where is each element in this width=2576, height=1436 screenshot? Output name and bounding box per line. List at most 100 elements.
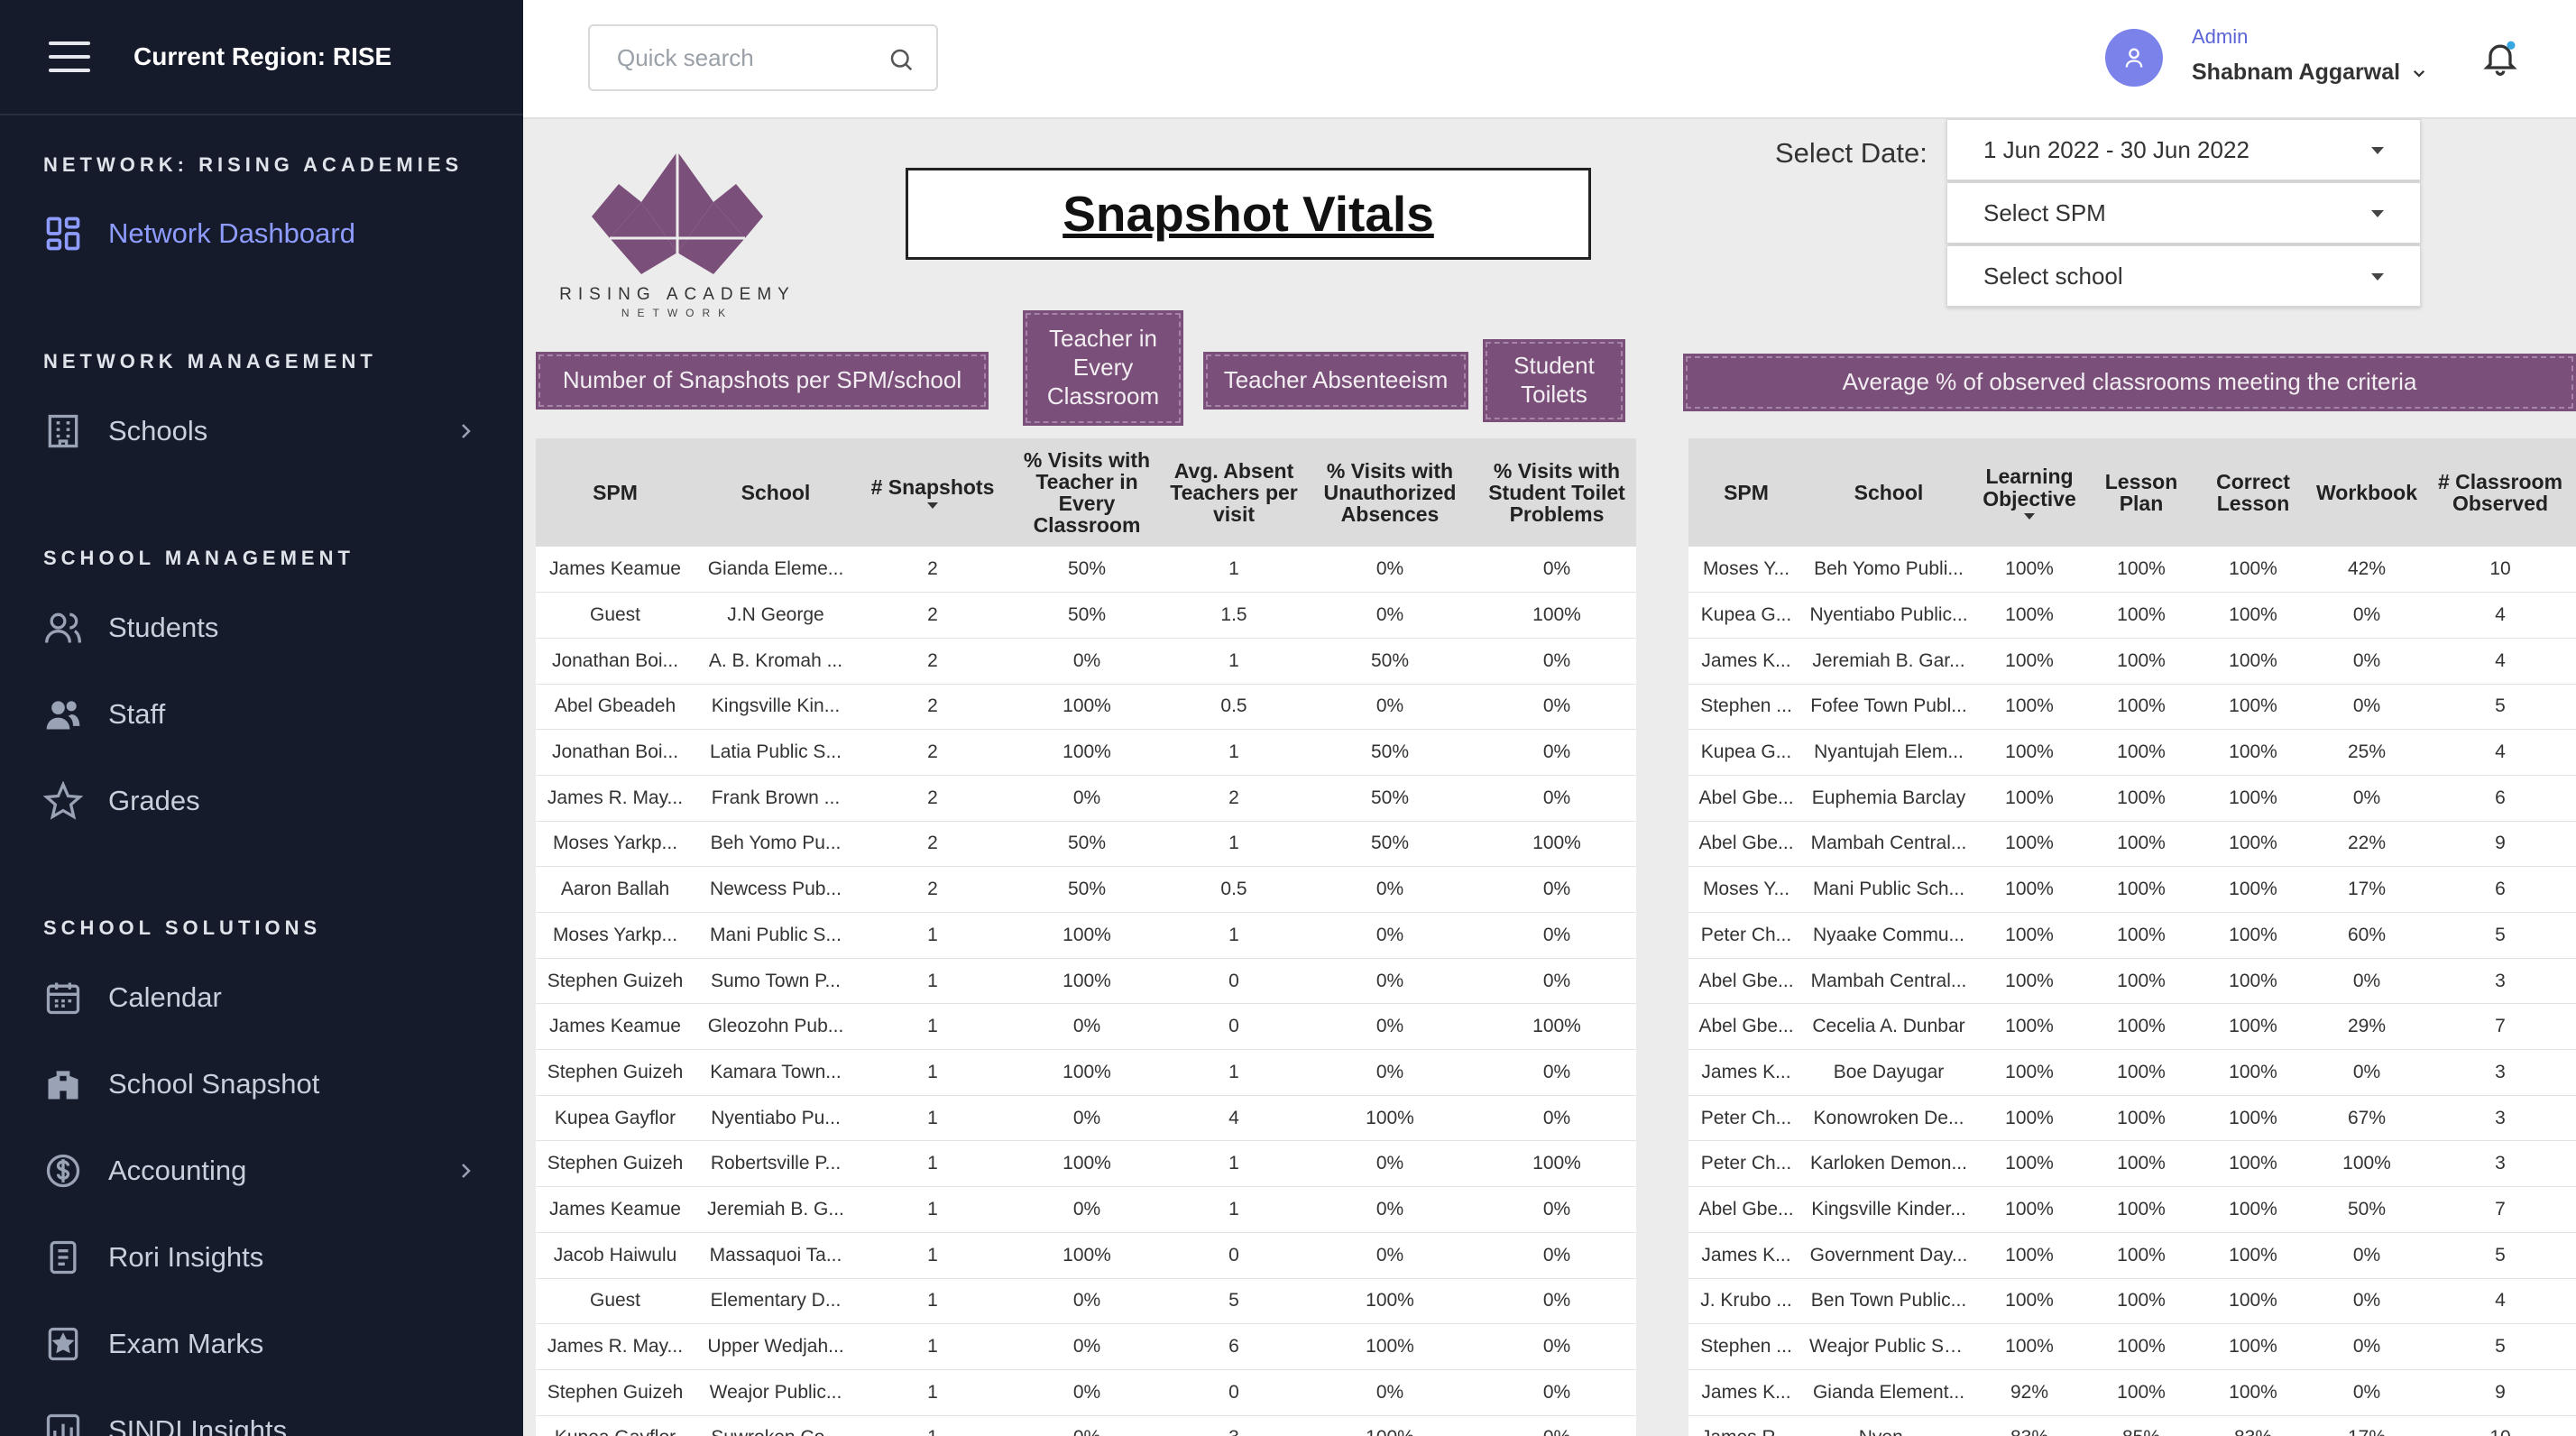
column-header[interactable]: % Visits with Teacher in Every Classroom [1008, 438, 1165, 547]
table-row[interactable]: Peter Ch... Nyaake Commu... 100% 100% 100% 60… [1688, 912, 2576, 959]
column-header-sorted[interactable]: Learning Objective [1973, 438, 2085, 547]
table-cell: Abel Gbe... [1688, 1003, 1804, 1051]
table-cell: 100% [1302, 1095, 1477, 1142]
sidebar-item-staff[interactable]: Staff [43, 687, 494, 741]
sidebar-item-grades[interactable]: Grades [43, 774, 494, 828]
column-header[interactable]: Workbook [2309, 438, 2424, 547]
table-row[interactable]: Abel Gbeadeh Kingsville Kin... 2 100% 0.5 0% 0… [536, 684, 1636, 731]
search-icon[interactable] [888, 46, 915, 73]
table-row[interactable]: Abel Gbe... Euphemia Barclay 100% 100% 100% 0… [1688, 775, 2576, 822]
table-cell: 3 [2424, 1049, 2576, 1096]
tag-avg-observed[interactable]: Average % of observed classrooms meeting… [1683, 354, 2576, 411]
table-row[interactable]: Kupea G... Nyentiabo Public... 100% 100% 100… [1688, 592, 2576, 639]
table-row[interactable]: Kupea GayflorSuwroken Co...10%3100%0% [536, 1415, 1636, 1436]
table-cell: 100% [2197, 958, 2309, 1005]
table-row[interactable]: Peter Ch... Karloken Demon... 100% 100% 100%… [1688, 1140, 2576, 1188]
sidebar-item-calendar[interactable]: Calendar [43, 971, 494, 1025]
table-cell: 100% [2197, 1140, 2309, 1188]
table-row[interactable]: Peter Ch... Konowroken De... 100% 100% 100% 6… [1688, 1095, 2576, 1142]
column-header[interactable]: # Classroom Observed [2424, 438, 2576, 547]
column-header[interactable]: SPM [1688, 438, 1804, 547]
table-row[interactable]: Moses Y... Beh Yomo Publi... 100% 100% 100% 4… [1688, 547, 2576, 594]
spm-select[interactable]: Select SPM [1946, 182, 2421, 244]
sidebar-item-students[interactable]: Students [43, 601, 494, 655]
table-row[interactable]: Kupea G... Nyantujah Elem... 100% 100% 100% 2… [1688, 729, 2576, 776]
sidebar-item-schools[interactable]: Schools [43, 404, 494, 458]
table-cell: 5 [2424, 912, 2576, 959]
search-input[interactable] [617, 43, 869, 72]
column-header[interactable]: Lesson Plan [2085, 438, 2197, 547]
table-row[interactable]: Guest Elementary D... 1 0% 5 100% 0% [536, 1278, 1636, 1325]
table-cell: 100% [1973, 866, 2085, 913]
table-row[interactable]: Abel Gbe... Mambah Central... 100% 100% 100%… [1688, 821, 2576, 868]
table-row[interactable]: Stephen Guizeh Weajor Public... 1 0% 0 0% 0% [536, 1369, 1636, 1416]
column-header[interactable]: SPM [536, 438, 695, 547]
avatar[interactable] [2105, 29, 2163, 87]
table-row[interactable]: Abel Gbe... Kingsville Kinder... 100% 100% 1… [1688, 1186, 2576, 1233]
table-row[interactable]: James Keamue Jeremiah B. G... 1 0% 1 0% 0% [536, 1186, 1636, 1233]
table-cell: Nyentiabo Public... [1804, 592, 1973, 639]
table-row[interactable]: James K... Gianda Element... 92% 100% 100% 0%… [1688, 1369, 2576, 1416]
caret-down-icon [2371, 210, 2384, 217]
table-row[interactable]: Abel Gbe... Mambah Central... 100% 100% 100%… [1688, 958, 2576, 1005]
user-menu[interactable]: Shabnam Aggarwal [2192, 60, 2427, 86]
column-header[interactable]: School [1804, 438, 1973, 547]
table-row[interactable]: James R. May... Frank Brown ... 2 0% 2 50% 0% [536, 775, 1636, 822]
table-row[interactable]: James R. May... Upper Wedjah... 1 0% 6 100% 0% [536, 1323, 1636, 1370]
sidebar-item-network-dashboard[interactable]: Network Dashboard [43, 207, 494, 261]
column-header-label: Learning Objective [1983, 465, 2076, 511]
page-title-box: Snapshot Vitals [906, 168, 1591, 260]
table-row[interactable]: James K... Government Day... 100% 100% 100% 0… [1688, 1232, 2576, 1279]
table-row[interactable]: Jacob Haiwulu Massaquoi Ta... 1 100% 0 0% 0% [536, 1232, 1636, 1279]
table-row[interactable]: Moses Yarkp... Mani Public S... 1 100% 1 0% 0% [536, 912, 1636, 959]
tag-teacher-every-classroom[interactable]: Teacher in Every Classroom [1023, 310, 1183, 426]
column-header[interactable]: % Visits with Student Toilet Problems [1477, 438, 1636, 547]
table-row[interactable]: Guest J.N George 2 50% 1.5 0% 100% [536, 592, 1636, 639]
table-row[interactable]: Stephen ... Weajor Public Sc... 100% 100% 10… [1688, 1323, 2576, 1370]
table-row[interactable]: James Keamue Gianda Eleme... 2 50% 1 0% 0% [536, 547, 1636, 594]
table-row[interactable]: Moses Y... Mani Public Sch... 100% 100% 100%… [1688, 866, 2576, 913]
table-row[interactable]: Abel Gbe... Cecelia A. Dunbar 100% 100% 100%… [1688, 1003, 2576, 1051]
table-row[interactable]: Stephen Guizeh Robertsville P... 1 100% 1 0% 1… [536, 1140, 1636, 1188]
sidebar-item-sindi-insights[interactable]: SINDI Insights [43, 1404, 494, 1436]
table-cell: Weajor Public... [695, 1369, 857, 1416]
table-row[interactable]: Jonathan Boi... Latia Public S... 2 100% 1 50… [536, 729, 1636, 776]
snapshots-table: SPM School # Snapshots % Visits with Tea… [536, 438, 1636, 1436]
table-row[interactable]: Stephen Guizeh Kamara Town... 1 100% 1 0% 0% [536, 1049, 1636, 1096]
column-header-sorted[interactable]: # Snapshots [857, 438, 1008, 547]
table-cell: 0 [1165, 1369, 1302, 1416]
table-row[interactable]: J. Krubo ... Ben Town Public... 100% 100% 10… [1688, 1278, 2576, 1325]
sidebar-item-school-snapshot[interactable]: School Snapshot [43, 1057, 494, 1111]
table-row[interactable]: James K... Jeremiah B. Gar... 100% 100% 100%… [1688, 638, 2576, 685]
column-header[interactable]: Avg. Absent Teachers per visit [1165, 438, 1302, 547]
bell-icon[interactable] [2480, 38, 2520, 78]
table-row[interactable]: Moses Yarkp... Beh Yomo Pu... 2 50% 1 50% 100% [536, 821, 1636, 868]
table-cell: 100% [2197, 729, 2309, 776]
sidebar-item-exam-marks[interactable]: Exam Marks [43, 1317, 494, 1371]
table-row[interactable]: James Keamue Gleozohn Pub... 1 0% 0 0% 100% [536, 1003, 1636, 1051]
logo-subtext: NETWORK [621, 307, 734, 319]
table-cell: 4 [1165, 1095, 1302, 1142]
tag-snapshots[interactable]: Number of Snapshots per SPM/school [536, 352, 989, 410]
table-cell: James R... [1688, 1415, 1804, 1436]
sidebar-item-label: Calendar [108, 981, 222, 1013]
table-row[interactable]: Stephen ... Fofee Town Publ... 100% 100% 100… [1688, 684, 2576, 731]
sidebar-item-accounting[interactable]: Accounting [43, 1144, 494, 1198]
column-header[interactable]: School [695, 438, 857, 547]
table-row[interactable]: Aaron Ballah Newcess Pub... 2 50% 0.5 0% 0% [536, 866, 1636, 913]
table-cell: 100% [1008, 958, 1165, 1005]
sidebar-item-rori-insights[interactable]: Rori Insights [43, 1230, 494, 1284]
search-box[interactable] [588, 24, 938, 91]
tag-teacher-absenteeism[interactable]: Teacher Absenteeism [1203, 352, 1468, 410]
column-header[interactable]: Correct Lesson [2197, 438, 2309, 547]
table-row[interactable]: James K... Boe Dayugar 100% 100% 100% 0% 3 [1688, 1049, 2576, 1096]
table-row[interactable]: Jonathan Boi... A. B. Kromah ... 2 0% 1 50% 0% [536, 638, 1636, 685]
date-select[interactable]: 1 Jun 2022 - 30 Jun 2022 [1946, 119, 2421, 180]
table-row[interactable]: Kupea Gayflor Nyentiabo Pu... 1 0% 4 100% 0% [536, 1095, 1636, 1142]
column-header[interactable]: % Visits with Unauthorized Absences [1302, 438, 1477, 547]
menu-icon[interactable] [49, 41, 90, 72]
table-row[interactable]: James R...Nyen...83%85%83%17%10 [1688, 1415, 2576, 1436]
table-row[interactable]: Stephen Guizeh Sumo Town P... 1 100% 0 0% 0% [536, 958, 1636, 1005]
tag-student-toilets[interactable]: Student Toilets [1483, 339, 1625, 422]
school-select[interactable]: Select school [1946, 245, 2421, 307]
